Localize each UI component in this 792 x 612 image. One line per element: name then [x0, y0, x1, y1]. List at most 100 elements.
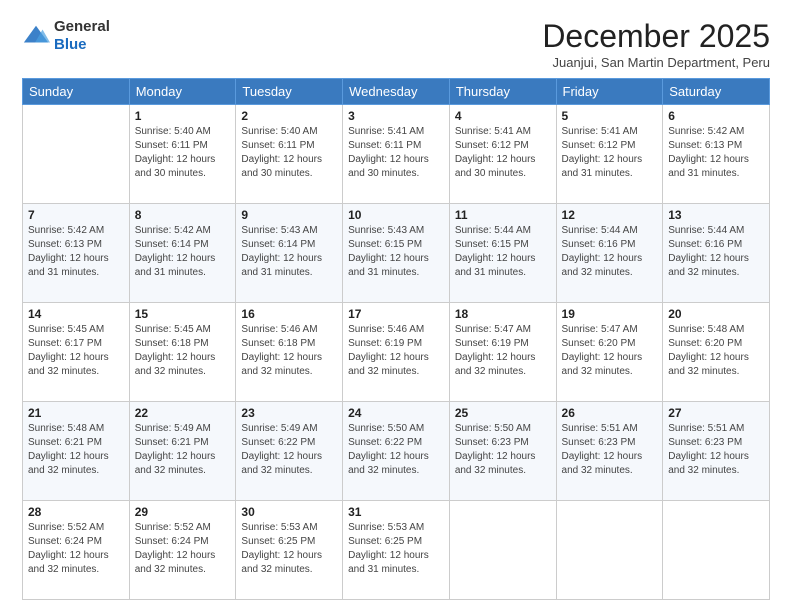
page: General Blue December 2025 Juanjui, San …: [0, 0, 792, 612]
day-info: Sunrise: 5:49 AM Sunset: 6:22 PM Dayligh…: [241, 422, 337, 478]
logo-text: General Blue: [54, 18, 110, 54]
day-number: 11: [455, 208, 551, 222]
day-info: Sunrise: 5:49 AM Sunset: 6:21 PM Dayligh…: [135, 422, 231, 478]
day-number: 27: [668, 406, 764, 420]
day-info: Sunrise: 5:48 AM Sunset: 6:21 PM Dayligh…: [28, 422, 124, 478]
calendar-cell: 22 Sunrise: 5:49 AM Sunset: 6:21 PM Dayli…: [129, 402, 236, 501]
day-number: 14: [28, 307, 124, 321]
day-number: 5: [562, 109, 658, 123]
day-info: Sunrise: 5:41 AM Sunset: 6:12 PM Dayligh…: [455, 125, 551, 181]
day-info: Sunrise: 5:50 AM Sunset: 6:22 PM Dayligh…: [348, 422, 444, 478]
day-info: Sunrise: 5:45 AM Sunset: 6:18 PM Dayligh…: [135, 323, 231, 379]
day-info: Sunrise: 5:48 AM Sunset: 6:20 PM Dayligh…: [668, 323, 764, 379]
logo: General Blue: [22, 18, 110, 54]
day-info: Sunrise: 5:50 AM Sunset: 6:23 PM Dayligh…: [455, 422, 551, 478]
calendar-cell: [663, 501, 770, 600]
logo-icon: [22, 22, 50, 50]
calendar-table: SundayMondayTuesdayWednesdayThursdayFrid…: [22, 78, 770, 600]
calendar-cell: [449, 501, 556, 600]
calendar-cell: 8 Sunrise: 5:42 AM Sunset: 6:14 PM Daylig…: [129, 204, 236, 303]
logo-blue-text: Blue: [54, 36, 87, 53]
calendar-cell: 3Sunrise: 5:41 AM Sunset: 6:11 PM Daylig…: [343, 105, 450, 204]
calendar-cell: 24 Sunrise: 5:50 AM Sunset: 6:22 PM Dayli…: [343, 402, 450, 501]
calendar-header-tuesday: Tuesday: [236, 79, 343, 105]
day-number: 6: [668, 109, 764, 123]
day-info: Sunrise: 5:46 AM Sunset: 6:18 PM Dayligh…: [241, 323, 337, 379]
calendar-cell: 25 Sunrise: 5:50 AM Sunset: 6:23 PM Dayli…: [449, 402, 556, 501]
day-info: Sunrise: 5:42 AM Sunset: 6:13 PM Dayligh…: [28, 224, 124, 280]
calendar-cell: 1 Sunrise: 5:40 AM Sunset: 6:11 PM Daylig…: [129, 105, 236, 204]
calendar-cell: 13 Sunrise: 5:44 AM Sunset: 6:16 PM Dayli…: [663, 204, 770, 303]
day-number: 23: [241, 406, 337, 420]
calendar-header-row: SundayMondayTuesdayWednesdayThursdayFrid…: [23, 79, 770, 105]
day-info: Sunrise: 5:42 AM Sunset: 6:13 PM Dayligh…: [668, 125, 764, 181]
day-info: Sunrise: 5:44 AM Sunset: 6:16 PM Dayligh…: [668, 224, 764, 280]
calendar-cell: 27 Sunrise: 5:51 AM Sunset: 6:23 PM Dayli…: [663, 402, 770, 501]
day-number: 4: [455, 109, 551, 123]
calendar-header-saturday: Saturday: [663, 79, 770, 105]
day-number: 1: [135, 109, 231, 123]
day-number: 19: [562, 307, 658, 321]
day-info: Sunrise: 5:43 AM Sunset: 6:15 PM Dayligh…: [348, 224, 444, 280]
month-title: December 2025: [542, 18, 770, 55]
day-number: 28: [28, 505, 124, 519]
day-number: 16: [241, 307, 337, 321]
day-info: Sunrise: 5:46 AM Sunset: 6:19 PM Dayligh…: [348, 323, 444, 379]
day-number: 25: [455, 406, 551, 420]
calendar-cell: 10 Sunrise: 5:43 AM Sunset: 6:15 PM Dayli…: [343, 204, 450, 303]
day-number: 2: [241, 109, 337, 123]
subtitle: Juanjui, San Martin Department, Peru: [542, 55, 770, 70]
calendar-header-monday: Monday: [129, 79, 236, 105]
calendar-cell: [23, 105, 130, 204]
calendar-cell: 23 Sunrise: 5:49 AM Sunset: 6:22 PM Dayli…: [236, 402, 343, 501]
day-number: 20: [668, 307, 764, 321]
calendar-cell: [556, 501, 663, 600]
day-info: Sunrise: 5:52 AM Sunset: 6:24 PM Dayligh…: [28, 521, 124, 577]
logo-general-text: General: [54, 18, 110, 35]
day-number: 13: [668, 208, 764, 222]
day-info: Sunrise: 5:43 AM Sunset: 6:14 PM Dayligh…: [241, 224, 337, 280]
day-number: 7: [28, 208, 124, 222]
day-number: 22: [135, 406, 231, 420]
calendar-cell: 6 Sunrise: 5:42 AM Sunset: 6:13 PM Daylig…: [663, 105, 770, 204]
calendar-cell: 16 Sunrise: 5:46 AM Sunset: 6:18 PM Dayli…: [236, 303, 343, 402]
day-number: 8: [135, 208, 231, 222]
calendar-header-friday: Friday: [556, 79, 663, 105]
calendar-cell: 5Sunrise: 5:41 AM Sunset: 6:12 PM Daylig…: [556, 105, 663, 204]
day-number: 24: [348, 406, 444, 420]
calendar-cell: 9Sunrise: 5:43 AM Sunset: 6:14 PM Daylig…: [236, 204, 343, 303]
day-info: Sunrise: 5:47 AM Sunset: 6:20 PM Dayligh…: [562, 323, 658, 379]
day-number: 10: [348, 208, 444, 222]
calendar-cell: 21 Sunrise: 5:48 AM Sunset: 6:21 PM Dayli…: [23, 402, 130, 501]
calendar-header-thursday: Thursday: [449, 79, 556, 105]
calendar-cell: 12Sunrise: 5:44 AM Sunset: 6:16 PM Dayli…: [556, 204, 663, 303]
calendar-cell: 15Sunrise: 5:45 AM Sunset: 6:18 PM Dayli…: [129, 303, 236, 402]
calendar-cell: 19 Sunrise: 5:47 AM Sunset: 6:20 PM Dayli…: [556, 303, 663, 402]
day-info: Sunrise: 5:53 AM Sunset: 6:25 PM Dayligh…: [348, 521, 444, 577]
calendar-cell: 2 Sunrise: 5:40 AM Sunset: 6:11 PM Daylig…: [236, 105, 343, 204]
calendar-week-2: 7 Sunrise: 5:42 AM Sunset: 6:13 PM Daylig…: [23, 204, 770, 303]
day-number: 29: [135, 505, 231, 519]
day-info: Sunrise: 5:53 AM Sunset: 6:25 PM Dayligh…: [241, 521, 337, 577]
day-info: Sunrise: 5:47 AM Sunset: 6:19 PM Dayligh…: [455, 323, 551, 379]
day-info: Sunrise: 5:40 AM Sunset: 6:11 PM Dayligh…: [135, 125, 231, 181]
day-info: Sunrise: 5:42 AM Sunset: 6:14 PM Dayligh…: [135, 224, 231, 280]
calendar-week-1: 1 Sunrise: 5:40 AM Sunset: 6:11 PM Daylig…: [23, 105, 770, 204]
day-info: Sunrise: 5:44 AM Sunset: 6:15 PM Dayligh…: [455, 224, 551, 280]
day-number: 26: [562, 406, 658, 420]
calendar-week-5: 28 Sunrise: 5:52 AM Sunset: 6:24 PM Dayli…: [23, 501, 770, 600]
day-info: Sunrise: 5:45 AM Sunset: 6:17 PM Dayligh…: [28, 323, 124, 379]
day-number: 18: [455, 307, 551, 321]
day-number: 12: [562, 208, 658, 222]
calendar-week-4: 21 Sunrise: 5:48 AM Sunset: 6:21 PM Dayli…: [23, 402, 770, 501]
calendar-cell: 18 Sunrise: 5:47 AM Sunset: 6:19 PM Dayli…: [449, 303, 556, 402]
calendar-cell: 11 Sunrise: 5:44 AM Sunset: 6:15 PM Dayli…: [449, 204, 556, 303]
day-number: 31: [348, 505, 444, 519]
day-number: 17: [348, 307, 444, 321]
day-number: 30: [241, 505, 337, 519]
day-number: 3: [348, 109, 444, 123]
day-info: Sunrise: 5:40 AM Sunset: 6:11 PM Dayligh…: [241, 125, 337, 181]
day-number: 21: [28, 406, 124, 420]
calendar-cell: 30 Sunrise: 5:53 AM Sunset: 6:25 PM Dayli…: [236, 501, 343, 600]
day-info: Sunrise: 5:51 AM Sunset: 6:23 PM Dayligh…: [668, 422, 764, 478]
